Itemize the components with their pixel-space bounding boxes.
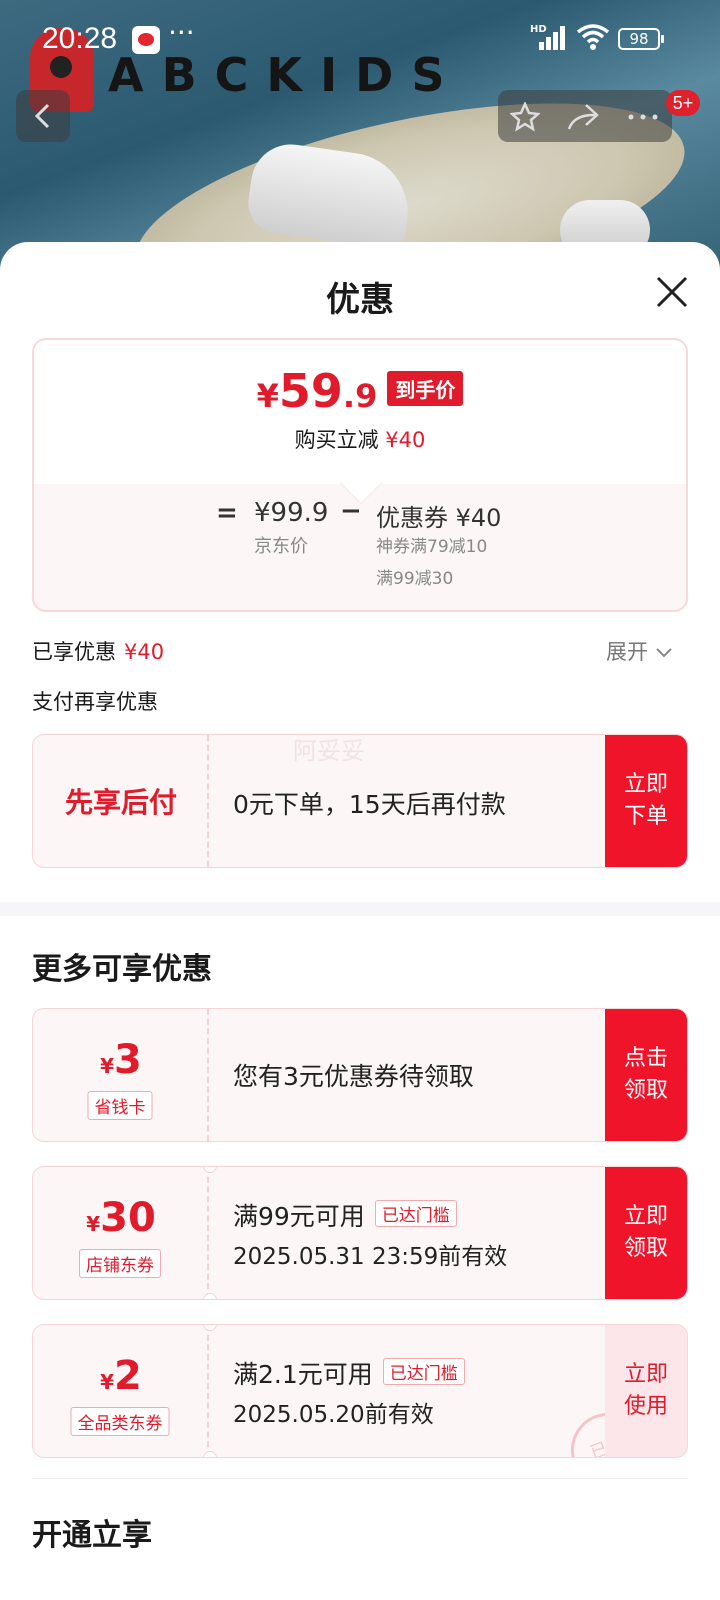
coupon-currency: ¥ (100, 1054, 115, 1078)
coupon-value: ¥3 (33, 1037, 209, 1083)
watermark-text: 阿妥妥 (293, 737, 365, 765)
coupon-currency: ¥ (86, 1212, 101, 1236)
coupon-condition: 满99元可用 已达门槛 (233, 1197, 457, 1233)
coupon-value: ¥2 (33, 1353, 209, 1399)
order-now-label-2: 下单 (623, 804, 668, 829)
more-discounts-title: 更多可享优惠 (32, 952, 212, 987)
coupon-amount: 优惠券 ¥40 (376, 504, 502, 532)
coupon-type-tag: 全品类东券 (70, 1407, 170, 1436)
coupon-validity: 2025.05.31 23:59前有效 (233, 1244, 508, 1270)
coupon-card: ¥30 店铺东券 满99元可用 已达门槛 2025.05.31 23:59前有效 … (32, 1166, 688, 1300)
enjoyed-discount-value: ¥40 (124, 640, 165, 664)
section-divider (0, 902, 720, 916)
status-time: 20:28 (42, 22, 118, 55)
jd-price-label: 京东价 (254, 536, 308, 557)
coupon-left: ¥3 省钱卡 (33, 1009, 209, 1141)
final-price-decimal: .9 (342, 377, 378, 415)
price-breakdown-card: ¥59.9 到手价 购买立减 ¥40 = ¥99.9 京东价 − 优惠券 ¥40 … (32, 338, 688, 612)
bnpl-left: 先享后付 (33, 735, 209, 867)
sheet-title: 优惠 (326, 280, 394, 320)
weibo-icon (132, 26, 160, 54)
expand-label: 展开 (606, 640, 648, 664)
chevron-down-icon (655, 648, 672, 658)
claim-label-2: 领取 (623, 1078, 668, 1103)
close-icon[interactable] (652, 272, 692, 312)
more-notifications-icon: ··· (168, 16, 195, 49)
claim-label-2: 领取 (623, 1236, 668, 1261)
coupon-rule-1: 神券满79减10 (376, 537, 488, 557)
bnpl-text: 0元下单，15天后再付款 (233, 790, 506, 819)
final-price-tag: 到手价 (387, 371, 464, 406)
coupon-condition: 满2.1元可用 已达门槛 (233, 1355, 465, 1391)
minus-sign: − (340, 496, 362, 526)
coupon-type-tag: 省钱卡 (87, 1091, 153, 1120)
coupon-condition-text: 满99元可用 (233, 1202, 365, 1231)
membership-title: 开通立享 (32, 1518, 152, 1553)
coupon-condition-text: 满2.1元可用 (233, 1360, 373, 1389)
battery-icon: 98 (618, 28, 664, 50)
enjoyed-discount: 已享优惠 ¥40 (32, 636, 164, 666)
coupon-amount-number: 2 (114, 1353, 142, 1399)
equals-sign: = (216, 498, 238, 528)
coupon-validity: 2025.05.20前有效 (233, 1402, 434, 1428)
threshold-reached-tag: 已达门槛 (374, 1200, 457, 1227)
instant-discount-value: ¥40 (385, 428, 426, 452)
coupon-type-tag: 店铺东券 (79, 1249, 161, 1278)
order-now-button[interactable]: 立即 下单 (605, 735, 687, 867)
claim-label-1: 立即 (623, 1204, 668, 1229)
claim-button[interactable]: 点击 领取 (605, 1009, 687, 1141)
section-separator (32, 1478, 688, 1479)
final-price-currency: ¥ (256, 377, 279, 415)
coupon-left: ¥2 全品类东券 (33, 1325, 209, 1457)
ticket-notch (203, 1293, 217, 1299)
coupon-currency: ¥ (100, 1370, 115, 1394)
ticket-notch (203, 1451, 217, 1457)
claim-button[interactable]: 立即 领取 (605, 1167, 687, 1299)
coupon-value: ¥30 (33, 1195, 209, 1241)
discount-sheet: 优惠 ¥59.9 到手价 购买立减 ¥40 = ¥99.9 京东价 − 优惠券 ¥… (0, 242, 720, 1600)
more-icon[interactable] (626, 102, 660, 132)
coupon-card: ¥3 省钱卡 您有3元优惠券待领取 点击 领取 (32, 1008, 688, 1142)
instant-discount-label: 购买立减 (294, 428, 379, 452)
use-now-button[interactable]: 立即 使用 (605, 1325, 687, 1457)
pay-more-label: 支付再享优惠 (32, 690, 158, 714)
claim-label-1: 点击 (623, 1046, 668, 1071)
jd-price: ¥99.9 (254, 498, 329, 528)
status-bar: 20:28 ··· HD 98 (0, 0, 720, 80)
header-actions (498, 90, 672, 142)
bnpl-title: 先享后付 (64, 786, 177, 819)
final-price: ¥59.9 到手价 (34, 364, 686, 418)
back-icon (34, 103, 50, 129)
order-now-label-1: 立即 (623, 772, 668, 797)
expand-button[interactable]: 展开 (606, 636, 673, 666)
coupon-amount-number: 30 (100, 1195, 156, 1241)
coupon-rule-2: 满99减30 (376, 569, 454, 589)
coupon-text: 您有3元优惠券待领取 (233, 1062, 474, 1091)
message-badge: 5+ (666, 90, 700, 116)
coupon-left: ¥30 店铺东券 (33, 1167, 209, 1299)
threshold-reached-tag: 已达门槛 (382, 1358, 465, 1385)
back-button[interactable] (16, 90, 70, 142)
enjoyed-discount-label: 已享优惠 (32, 640, 116, 664)
coupon-card: ¥2 全品类东券 满2.1元可用已达门槛 2025.05.20前有效 已领 立即… (32, 1324, 688, 1458)
star-icon[interactable] (510, 102, 540, 132)
wifi-icon (576, 24, 610, 50)
instant-discount: 购买立减 ¥40 (34, 424, 686, 454)
coupon-amount-number: 3 (114, 1037, 142, 1083)
signal-icon (535, 26, 569, 50)
final-price-integer: 59 (278, 364, 343, 418)
share-icon[interactable] (566, 102, 600, 132)
use-now-label-1: 立即 (623, 1362, 668, 1387)
use-now-label-2: 使用 (623, 1394, 668, 1419)
bnpl-card: 先享后付 阿妥妥 0元下单，15天后再付款 立即 下单 (32, 734, 688, 868)
